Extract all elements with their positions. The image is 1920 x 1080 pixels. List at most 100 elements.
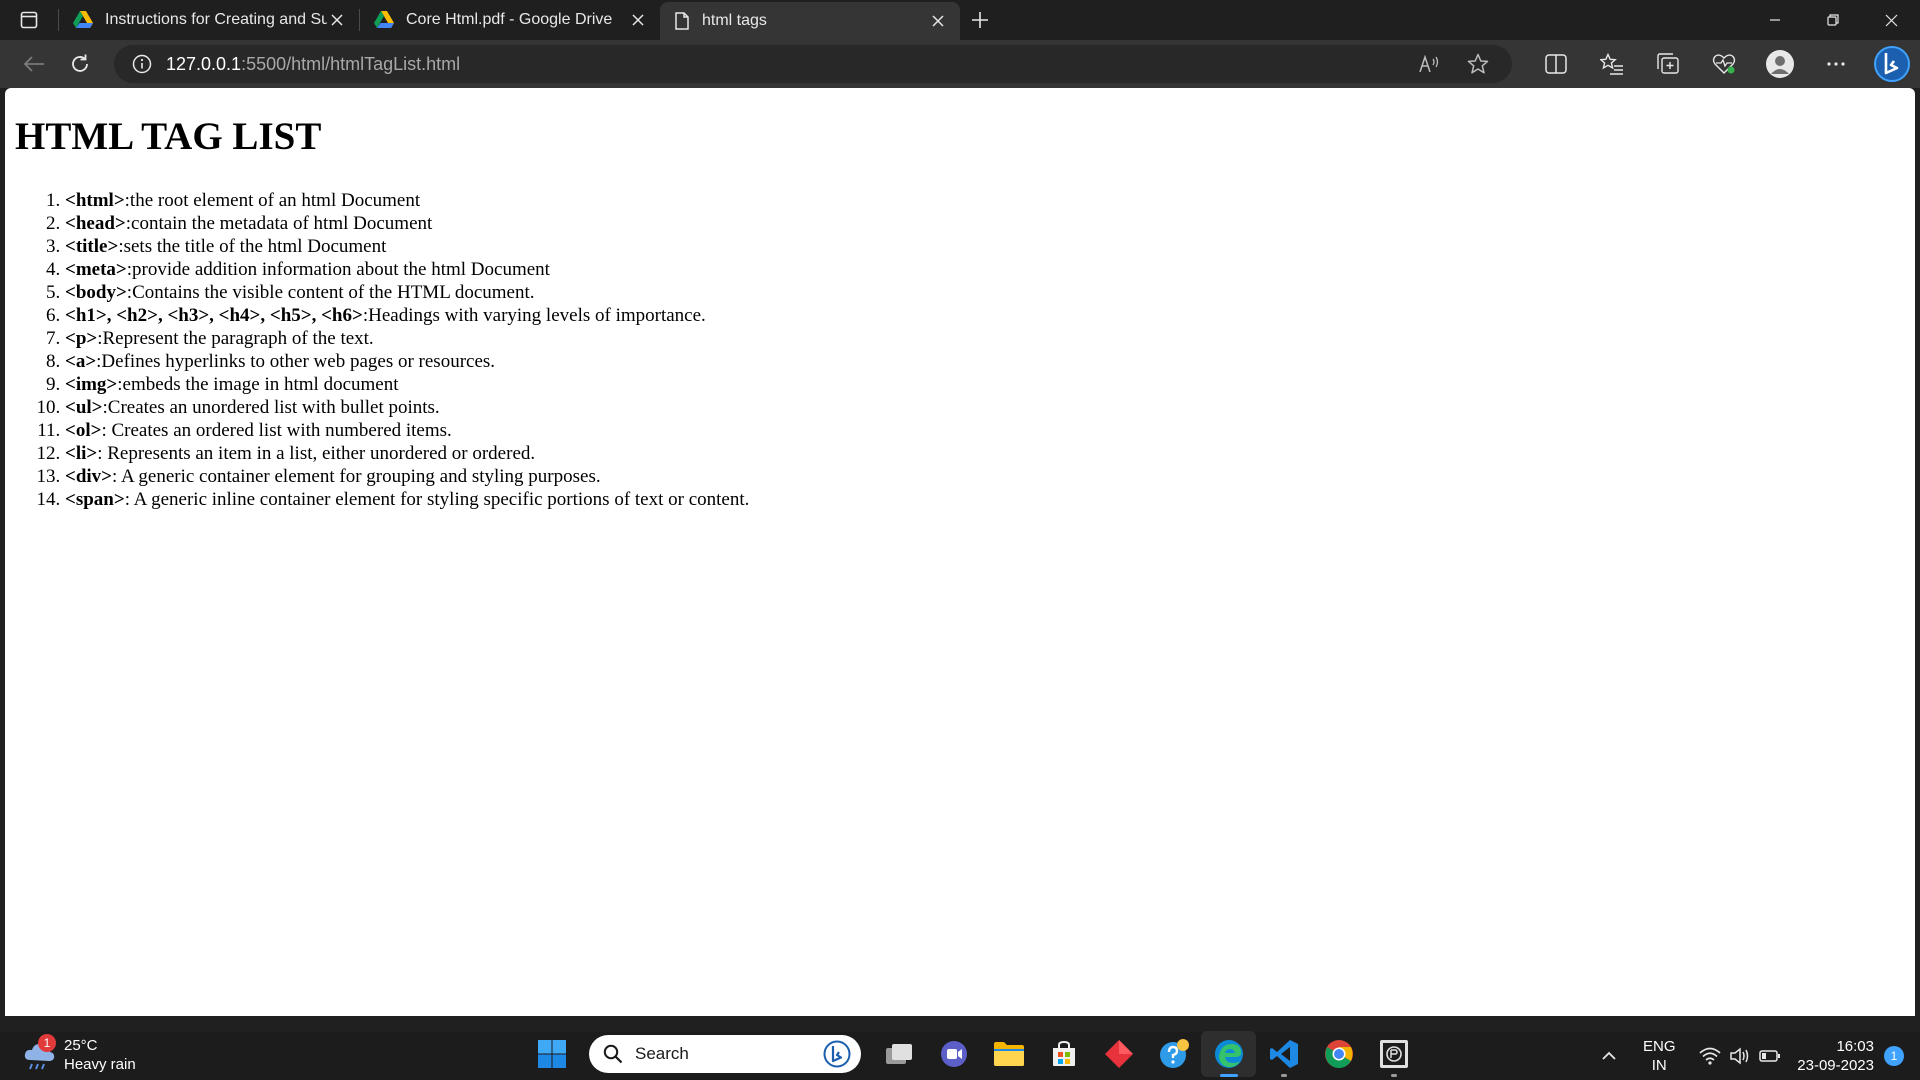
tag-name: <body> xyxy=(65,281,127,303)
taskbar-search[interactable]: Search xyxy=(589,1035,861,1073)
page-title: HTML TAG LIST xyxy=(15,115,322,158)
tag-description: :provide addition information about the … xyxy=(126,258,550,280)
google-drive-icon xyxy=(73,11,93,28)
tag-description: :Headings with varying levels of importa… xyxy=(362,304,706,326)
back-button[interactable] xyxy=(12,44,56,84)
copilot-button[interactable] xyxy=(1864,44,1920,84)
chrome-icon xyxy=(1324,1040,1353,1068)
language-indicator[interactable]: ENG IN xyxy=(1629,1037,1689,1075)
google-drive-icon xyxy=(374,11,394,28)
tab-close-button[interactable] xyxy=(628,10,648,30)
show-hidden-icons-button[interactable] xyxy=(1589,1051,1629,1061)
task-view-icon xyxy=(885,1044,912,1064)
start-button[interactable] xyxy=(524,1031,579,1077)
favorites-button[interactable] xyxy=(1584,44,1640,84)
window-controls xyxy=(1746,0,1920,40)
list-item: <body>:Contains the visible content of t… xyxy=(65,281,1915,304)
toolbar-actions xyxy=(1528,44,1920,84)
close-window-button[interactable] xyxy=(1862,0,1920,40)
list-item: <img>:embeds the image in html document xyxy=(65,373,1915,396)
weather-condition: Heavy rain xyxy=(64,1056,136,1073)
tab-close-button[interactable] xyxy=(928,11,948,31)
refresh-button[interactable] xyxy=(58,44,102,84)
tab-title: Instructions for Creating and Sub xyxy=(105,11,327,28)
weather-icon-wrap: 1 xyxy=(22,1034,56,1072)
teams-chat-button[interactable] xyxy=(926,1031,981,1077)
weather-temp: 25°C xyxy=(64,1037,98,1054)
minimize-icon xyxy=(1770,19,1780,21)
url-text[interactable]: 127.0.0.1:5500/html/htmlTagList.html xyxy=(166,54,1410,75)
language-code: ENG xyxy=(1643,1038,1676,1055)
avatar xyxy=(1766,50,1794,78)
close-icon xyxy=(932,15,944,27)
list-item: <p>:Represent the paragraph of the text. xyxy=(65,327,1915,350)
more-icon xyxy=(1827,62,1845,66)
chevron-up-icon xyxy=(1602,1051,1616,1060)
ms-store-button[interactable] xyxy=(1036,1031,1091,1077)
tab-title: html tags xyxy=(702,12,767,29)
read-aloud-button[interactable] xyxy=(1410,48,1450,80)
windows-icon xyxy=(537,1040,566,1068)
chrome-button[interactable] xyxy=(1311,1031,1366,1077)
running-indicator xyxy=(1219,1074,1238,1077)
tab-core-html[interactable]: Core Html.pdf - Google Drive xyxy=(360,0,660,40)
tag-description: : A generic container element for groupi… xyxy=(112,465,601,487)
app-icon xyxy=(1379,1040,1408,1068)
weather-widget[interactable]: 1 25°C Heavy rain xyxy=(22,1030,136,1080)
tag-name: <h1>, <h2>, <h3>, <h4>, <h5>, <h6> xyxy=(65,304,363,326)
split-screen-button[interactable] xyxy=(1528,44,1584,84)
browser-essentials-button[interactable] xyxy=(1696,44,1752,84)
list-item: <title>:sets the title of the html Docum… xyxy=(65,235,1915,258)
new-tab-button[interactable] xyxy=(960,0,1000,40)
tag-name: <a> xyxy=(65,350,97,372)
tab-close-button[interactable] xyxy=(327,10,347,30)
running-indicator xyxy=(1390,1074,1397,1077)
tag-description: :contain the metadata of html Document xyxy=(125,212,433,234)
tab-strip: Instructions for Creating and Sub Core H… xyxy=(0,0,1920,40)
collections-button[interactable] xyxy=(1640,44,1696,84)
list-item: <li>: Represents an item in a list, eith… xyxy=(65,442,1915,465)
tab-html-tags[interactable]: html tags xyxy=(660,2,960,40)
weather-text: 25°C Heavy rain xyxy=(64,1036,136,1074)
search-icon xyxy=(603,1044,623,1064)
tag-name: <html> xyxy=(65,189,125,211)
tag-name: <title> xyxy=(65,235,119,257)
site-info-icon[interactable] xyxy=(132,54,152,74)
tag-description: :embeds the image in html document xyxy=(117,373,399,395)
clock-time: 16:03 xyxy=(1836,1038,1874,1055)
restore-button[interactable] xyxy=(1804,0,1862,40)
notification-badge[interactable]: 1 xyxy=(1884,1046,1904,1066)
vscode-button[interactable] xyxy=(1256,1031,1311,1077)
tab-actions-button[interactable] xyxy=(0,0,58,40)
tag-name: <li> xyxy=(65,442,98,464)
favorite-button[interactable] xyxy=(1458,48,1498,80)
tag-description: : Creates an ordered list with numbered … xyxy=(101,419,452,441)
tips-button[interactable] xyxy=(1146,1031,1201,1077)
vscode-icon xyxy=(1269,1040,1298,1068)
settings-more-button[interactable] xyxy=(1808,44,1864,84)
task-view-button[interactable] xyxy=(871,1031,926,1077)
read-aloud-icon xyxy=(1419,55,1439,73)
tab-actions-icon xyxy=(20,11,38,29)
ide-app-button[interactable] xyxy=(1366,1031,1421,1077)
quick-settings-button[interactable] xyxy=(1699,1047,1781,1065)
diamond-app-icon xyxy=(1104,1040,1133,1068)
list-item: <head>:contain the metadata of html Docu… xyxy=(65,212,1915,235)
list-item: <h1>, <h2>, <h3>, <h4>, <h5>, <h6>:Headi… xyxy=(65,304,1915,327)
tab-instructions[interactable]: Instructions for Creating and Sub xyxy=(59,0,359,40)
tag-name: <div> xyxy=(65,465,112,487)
back-arrow-icon xyxy=(23,56,44,72)
clock[interactable]: 16:03 23-09-2023 xyxy=(1797,1037,1874,1075)
battery-icon xyxy=(1759,1050,1781,1062)
bing-icon xyxy=(823,1040,851,1068)
minimize-button[interactable] xyxy=(1746,0,1804,40)
taskbar-apps: Search xyxy=(524,1029,1421,1079)
file-explorer-button[interactable] xyxy=(981,1031,1036,1077)
profile-button[interactable] xyxy=(1752,44,1808,84)
page-icon xyxy=(675,12,689,30)
list-item: <meta>:provide addition information abou… xyxy=(65,258,1915,281)
collections-icon xyxy=(1657,53,1679,74)
address-bar[interactable]: 127.0.0.1:5500/html/htmlTagList.html xyxy=(114,45,1512,83)
git-app-button[interactable] xyxy=(1091,1031,1146,1077)
edge-button[interactable] xyxy=(1201,1031,1256,1077)
